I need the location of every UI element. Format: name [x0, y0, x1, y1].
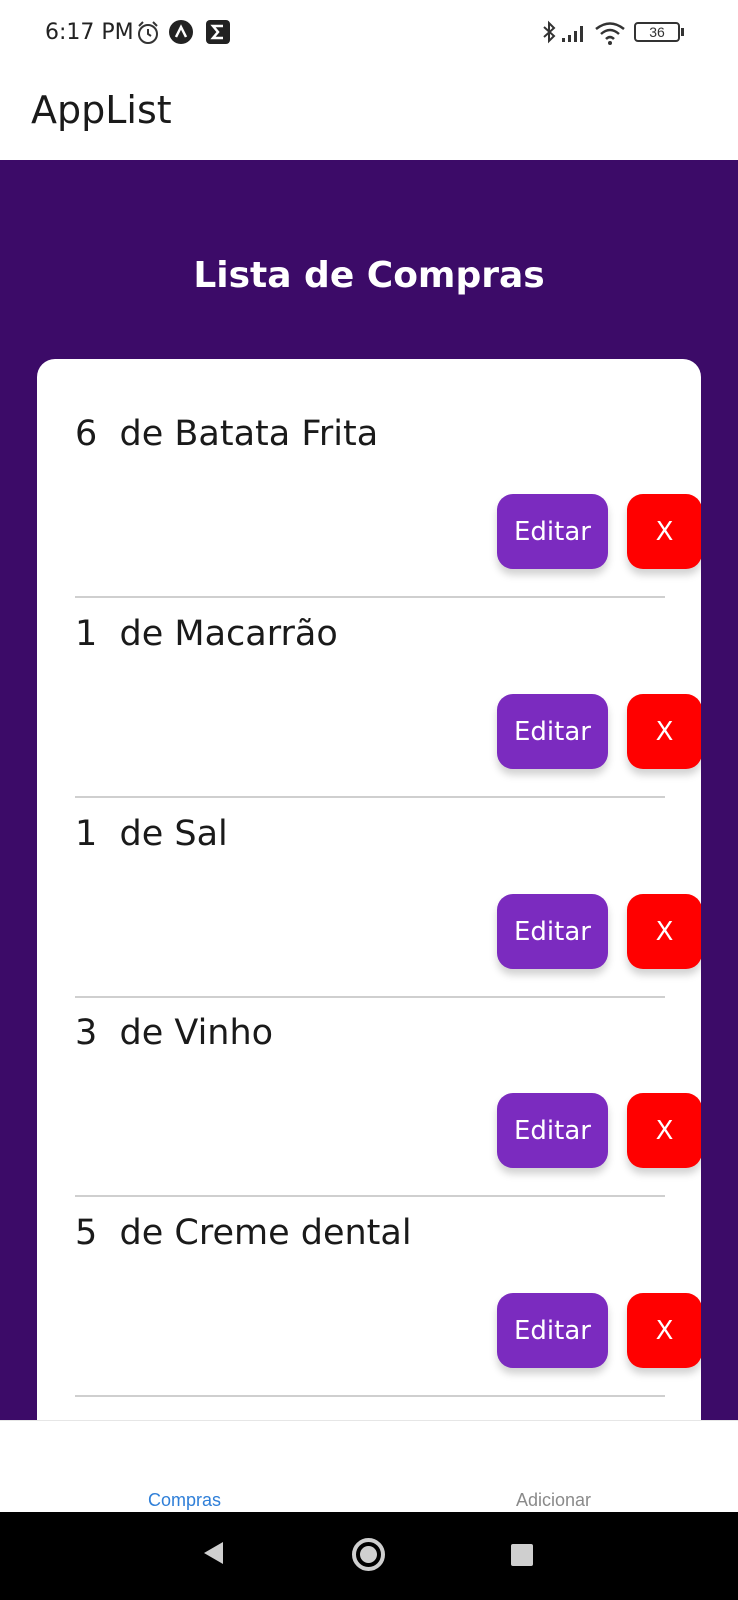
tab-compras[interactable]: Compras [0, 1421, 369, 1513]
divider [75, 1195, 665, 1197]
status-time: 6:17 PM [45, 20, 134, 45]
list-item: 6 de Batata Frita Editar X [75, 399, 701, 598]
home-icon[interactable] [352, 1538, 385, 1571]
wifi-icon [595, 22, 625, 45]
delete-button[interactable]: X [627, 694, 701, 769]
alarm-icon [138, 21, 158, 44]
list-item: 1 de Sal Editar X [75, 799, 701, 998]
battery-level: 36 [649, 24, 665, 40]
edit-button[interactable]: Editar [497, 1293, 608, 1368]
item-text: 3 de Vinho [75, 1013, 274, 1053]
tab-label: Adicionar [515, 1490, 592, 1510]
edit-button[interactable]: Editar [497, 894, 608, 969]
delete-button[interactable]: X [627, 1293, 701, 1368]
delete-button[interactable]: X [627, 494, 701, 569]
delete-button[interactable]: X [627, 894, 701, 969]
screen-title: Lista de Compras [193, 255, 545, 296]
delete-button[interactable]: X [627, 1093, 701, 1168]
list-item: 3 de Vinho Editar X [75, 998, 701, 1197]
tab-label: Compras [147, 1490, 222, 1510]
sigma-icon [206, 20, 230, 44]
item-text: 5 de Creme dental [75, 1213, 412, 1253]
item-text: 1 de Macarrão [75, 614, 338, 654]
system-nav-bar [0, 1512, 738, 1600]
bottom-tab-bar: Compras Adicionar [0, 1420, 738, 1512]
edit-button[interactable]: Editar [497, 694, 608, 769]
edit-button[interactable]: Editar [497, 1093, 608, 1168]
divider [75, 596, 665, 598]
content-area: Lista de Compras 6 de Batata Frita Edita… [0, 160, 738, 1439]
bluetooth-icon [543, 20, 556, 44]
app-header: AppList [0, 68, 738, 160]
divider [75, 1395, 665, 1397]
app-a-icon [169, 20, 193, 44]
app-title: AppList [31, 88, 172, 132]
item-text: 1 de Sal [75, 814, 228, 854]
signal-icon [562, 26, 583, 42]
list-item: 5 de Creme dental Editar X [75, 1198, 701, 1397]
back-icon[interactable] [204, 1542, 223, 1564]
tab-adicionar[interactable]: Adicionar [369, 1421, 738, 1513]
edit-button[interactable]: Editar [497, 494, 608, 569]
shopping-list-card[interactable]: 6 de Batata Frita Editar X 1 de Macarrão… [37, 359, 701, 1439]
battery-tip [681, 28, 684, 36]
divider [75, 796, 665, 798]
recent-apps-icon[interactable] [511, 1544, 533, 1566]
item-text: 6 de Batata Frita [75, 414, 379, 454]
status-bar: 6:17 PM 36 [0, 0, 738, 68]
list-item: 1 de Macarrão Editar X [75, 599, 701, 798]
battery-icon: 36 [634, 22, 680, 42]
